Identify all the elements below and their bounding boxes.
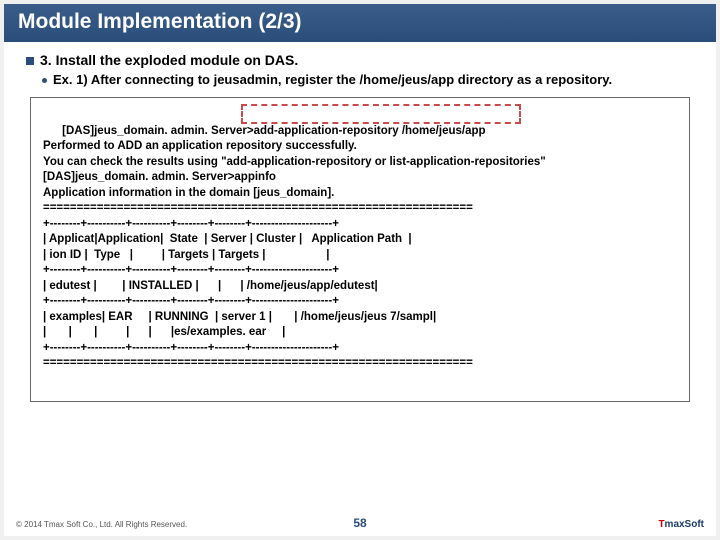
subheading-row: Ex. 1) After connecting to jeusadmin, re…: [42, 72, 694, 87]
page-number: 58: [353, 516, 366, 530]
terminal-output-box: [DAS]jeus_domain. admin. Server>add-appl…: [30, 97, 690, 402]
slide: Module Implementation (2/3) 3. Install t…: [4, 4, 716, 536]
content-area: 3. Install the exploded module on DAS. E…: [4, 42, 716, 402]
logo: TmaxSoft: [658, 519, 704, 530]
heading-row: 3. Install the exploded module on DAS.: [26, 52, 694, 68]
highlight-dashed-box: [241, 104, 521, 124]
dot-bullet-icon: [42, 78, 47, 83]
logo-rest: maxSoft: [665, 519, 704, 530]
heading-text: 3. Install the exploded module on DAS.: [40, 52, 298, 68]
square-bullet-icon: [26, 57, 34, 65]
terminal-output-text: [DAS]jeus_domain. admin. Server>add-appl…: [43, 125, 546, 370]
slide-title: Module Implementation (2/3): [4, 4, 716, 42]
subheading-text: Ex. 1) After connecting to jeusadmin, re…: [53, 72, 612, 87]
copyright-text: © 2014 Tmax Soft Co., Ltd. All Rights Re…: [16, 520, 187, 529]
